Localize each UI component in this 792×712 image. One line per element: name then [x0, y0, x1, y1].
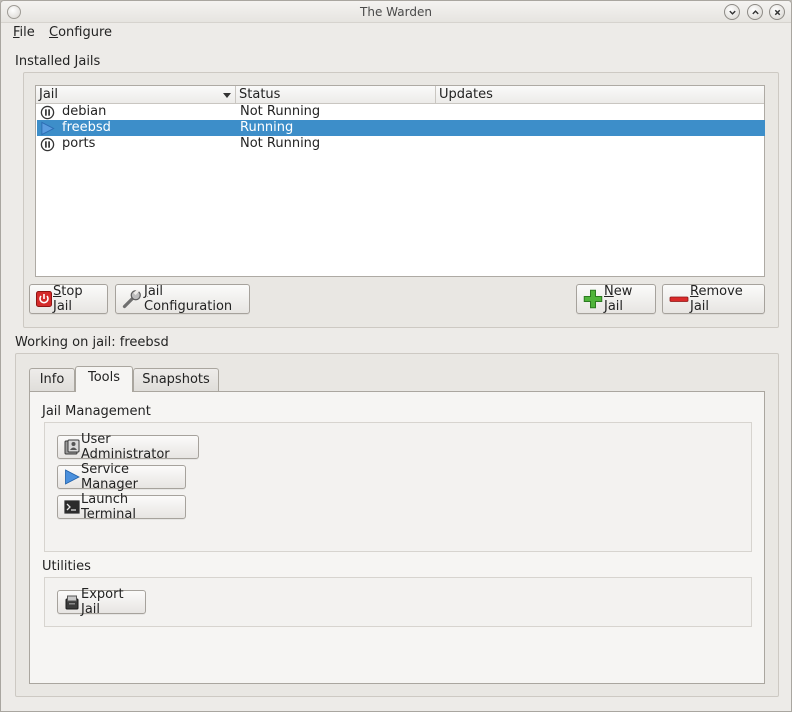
table-row[interactable]: debian Not Running: [37, 104, 765, 120]
minimize-button[interactable]: [724, 4, 740, 20]
installed-jails-label: Installed Jails: [15, 54, 101, 69]
launch-terminal-button[interactable]: Launch Terminal: [57, 492, 186, 522]
jail-name: ports: [62, 136, 96, 151]
window-title: The Warden: [360, 5, 432, 19]
table-row-selected[interactable]: freebsd Running: [37, 120, 765, 136]
jail-status: Not Running: [240, 104, 321, 119]
jail-name: freebsd: [62, 120, 111, 135]
utilities-group: Export Jail: [44, 577, 752, 627]
export-icon: [65, 595, 79, 610]
jail-list[interactable]: Jail Status Updates debian Not Running f…: [35, 85, 765, 277]
utilities-label: Utilities: [42, 559, 91, 574]
jail-configuration-button[interactable]: Jail Configuration: [115, 284, 250, 314]
plus-icon: [583, 289, 603, 309]
stop-jail-button[interactable]: Stop Jail: [29, 284, 108, 314]
close-button[interactable]: [769, 4, 785, 20]
column-jail[interactable]: Jail: [36, 86, 236, 104]
users-icon: [64, 439, 80, 455]
jail-status: Running: [240, 120, 294, 135]
maximize-button[interactable]: [747, 4, 763, 20]
tab-snapshots[interactable]: Snapshots: [133, 368, 219, 392]
new-jail-button[interactable]: New Jail: [576, 284, 656, 314]
tab-widget: Info Tools Snapshots Jail Management Use…: [29, 366, 765, 684]
service-manager-button[interactable]: Service Manager: [57, 462, 186, 492]
list-header: Jail Status Updates: [36, 86, 764, 104]
menu-file[interactable]: File: [13, 25, 35, 40]
pause-icon: [40, 105, 55, 120]
app-window: The Warden File Configure Installed Jail…: [0, 0, 792, 712]
working-on-jail-label: Working on jail: freebsd: [15, 335, 169, 350]
menu-configure[interactable]: Configure: [49, 25, 112, 40]
jail-management-group: User Administrator Service Manager Launc…: [44, 422, 752, 552]
power-icon: [36, 291, 52, 307]
title-bar: The Warden: [1, 1, 791, 23]
tab-info[interactable]: Info: [29, 368, 75, 392]
chevron-down-icon: [728, 10, 736, 15]
chevron-up-icon: [751, 9, 759, 14]
jail-management-label: Jail Management: [42, 404, 151, 419]
jail-name: debian: [62, 104, 107, 119]
export-jail-button[interactable]: Export Jail: [57, 587, 146, 617]
column-updates[interactable]: Updates: [436, 86, 764, 104]
tab-tools[interactable]: Tools: [75, 366, 133, 392]
remove-jail-button[interactable]: Remove Jail: [662, 284, 765, 314]
table-row[interactable]: ports Not Running: [37, 136, 765, 152]
play-icon: [41, 121, 55, 136]
menu-bar: File Configure: [1, 23, 791, 43]
user-administrator-button[interactable]: User Administrator: [57, 432, 199, 462]
minus-icon: [669, 296, 689, 302]
close-icon: [774, 9, 780, 15]
terminal-icon: [64, 500, 80, 514]
sort-descending-icon: [223, 93, 231, 98]
wrench-icon: [122, 289, 141, 309]
pause-icon: [40, 137, 55, 152]
column-status[interactable]: Status: [236, 86, 436, 104]
play-icon: [65, 469, 80, 485]
jail-status: Not Running: [240, 136, 321, 151]
tools-tab-content: Jail Management User Administrator Servi…: [29, 391, 765, 684]
